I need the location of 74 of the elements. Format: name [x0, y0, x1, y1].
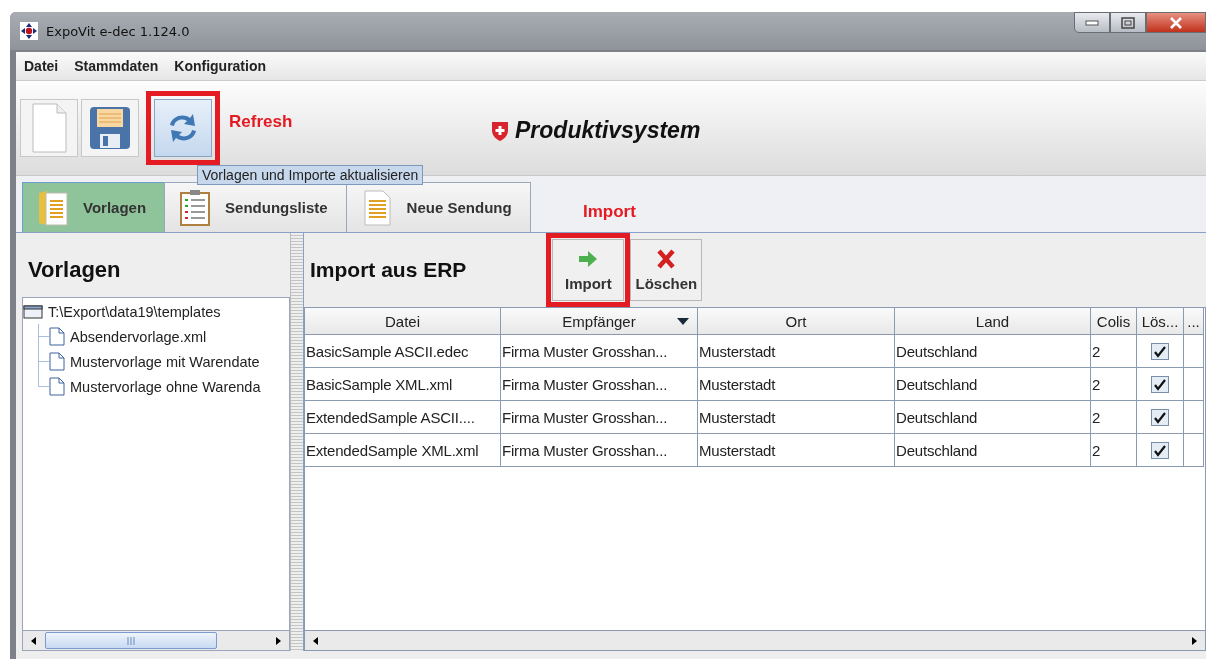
window-title: ExpoVit e-dec 1.124.0: [46, 23, 190, 39]
tooltip: Vorlagen und Importe aktualisieren: [197, 165, 424, 185]
table-cell: Firma Muster Grosshan...: [501, 401, 698, 434]
tree-item[interactable]: T:\Export\data19\templates: [23, 300, 289, 324]
blank-page-icon: [29, 102, 69, 154]
table-cell: BasicSample XML.xml: [305, 368, 501, 401]
table-cell: Musterstadt: [698, 368, 895, 401]
folder-document-icon: [37, 188, 69, 227]
scrollbar-thumb[interactable]: [45, 632, 217, 649]
table-cell: Firma Muster Grosshan...: [501, 368, 698, 401]
grip-icon: [127, 635, 135, 646]
file-icon: [49, 377, 65, 396]
checkbox[interactable]: [1151, 375, 1169, 393]
tab[interactable]: Vorlagen: [22, 182, 166, 232]
panel-title: Vorlagen: [27, 256, 122, 284]
table-cell: Musterstadt: [698, 335, 895, 368]
checkbox[interactable]: [1151, 342, 1169, 360]
column-header[interactable]: Ort: [698, 308, 895, 335]
folder-icon: [23, 305, 43, 319]
table-cell: BasicSample ASCII.edec: [305, 335, 501, 368]
minimize-button[interactable]: [1074, 12, 1110, 33]
column-header[interactable]: Lös...: [1137, 308, 1184, 335]
tree-item[interactable]: Mustervorlage ohne Warenda: [49, 374, 261, 399]
close-icon: [1169, 16, 1183, 29]
menu-item[interactable]: Datei: [24, 58, 59, 74]
table-cell: 2: [1091, 434, 1137, 467]
table-cell: Deutschland: [895, 335, 1091, 368]
tab[interactable]: Sendungsliste: [164, 182, 347, 232]
maximize-icon: [1121, 16, 1135, 29]
checkbox[interactable]: [1151, 408, 1169, 426]
tree-item[interactable]: Mustervorlage mit Warendate: [49, 349, 260, 374]
table-cell: 2: [1091, 368, 1137, 401]
tree-connector-line: [38, 324, 49, 349]
swiss-shield-icon: [490, 119, 510, 142]
menu-item[interactable]: Konfiguration: [174, 58, 267, 74]
delete-button[interactable]: Löschen: [630, 239, 703, 301]
checkbox[interactable]: [1151, 441, 1169, 459]
system-label: Produktivsystem: [515, 117, 701, 144]
checklist-icon: [179, 188, 212, 227]
import-button[interactable]: Import: [552, 239, 625, 301]
tree-item[interactable]: Absendervorlage.xml: [49, 324, 207, 349]
close-button[interactable]: [1146, 12, 1206, 33]
table-cell: Deutschland: [895, 368, 1091, 401]
maximize-button[interactable]: [1110, 12, 1146, 33]
file-icon: [49, 352, 65, 371]
column-header[interactable]: Datei: [305, 308, 501, 335]
refresh-button[interactable]: [154, 99, 212, 157]
save-button[interactable]: [81, 99, 139, 157]
table-cell: 2: [1091, 401, 1137, 434]
column-header[interactable]: Land: [895, 308, 1091, 335]
table-cell: Musterstadt: [698, 434, 895, 467]
file-icon: [49, 327, 65, 346]
tab[interactable]: Neue Sendung: [345, 182, 531, 232]
horizontal-scrollbar[interactable]: [304, 631, 1206, 651]
close-icon: [655, 248, 678, 269]
table-cell: ExtendedSample XML.xml: [305, 434, 501, 467]
table-cell: Deutschland: [895, 401, 1091, 434]
sort-arrow-icon: [677, 318, 689, 325]
column-header[interactable]: Empfänger: [501, 308, 698, 335]
column-header[interactable]: Colis: [1091, 308, 1137, 335]
column-header[interactable]: ...: [1184, 308, 1204, 335]
menu-item[interactable]: Stammdaten: [74, 58, 159, 74]
horizontal-scrollbar[interactable]: [22, 631, 290, 651]
table-cell: Firma Muster Grosshan...: [501, 434, 698, 467]
annotation-label: Import: [583, 202, 636, 222]
app-logo-icon: [20, 22, 38, 40]
table-cell: ExtendedSample ASCII....: [305, 401, 501, 434]
table-cell: Deutschland: [895, 434, 1091, 467]
annotation-label: Refresh: [229, 112, 293, 132]
panel-title: Import aus ERP: [309, 258, 468, 282]
table-cell: 2: [1091, 335, 1137, 368]
table-cell: Musterstadt: [698, 401, 895, 434]
minimize-icon: [1085, 19, 1099, 26]
table-cell: Firma Muster Grosshan...: [501, 335, 698, 368]
